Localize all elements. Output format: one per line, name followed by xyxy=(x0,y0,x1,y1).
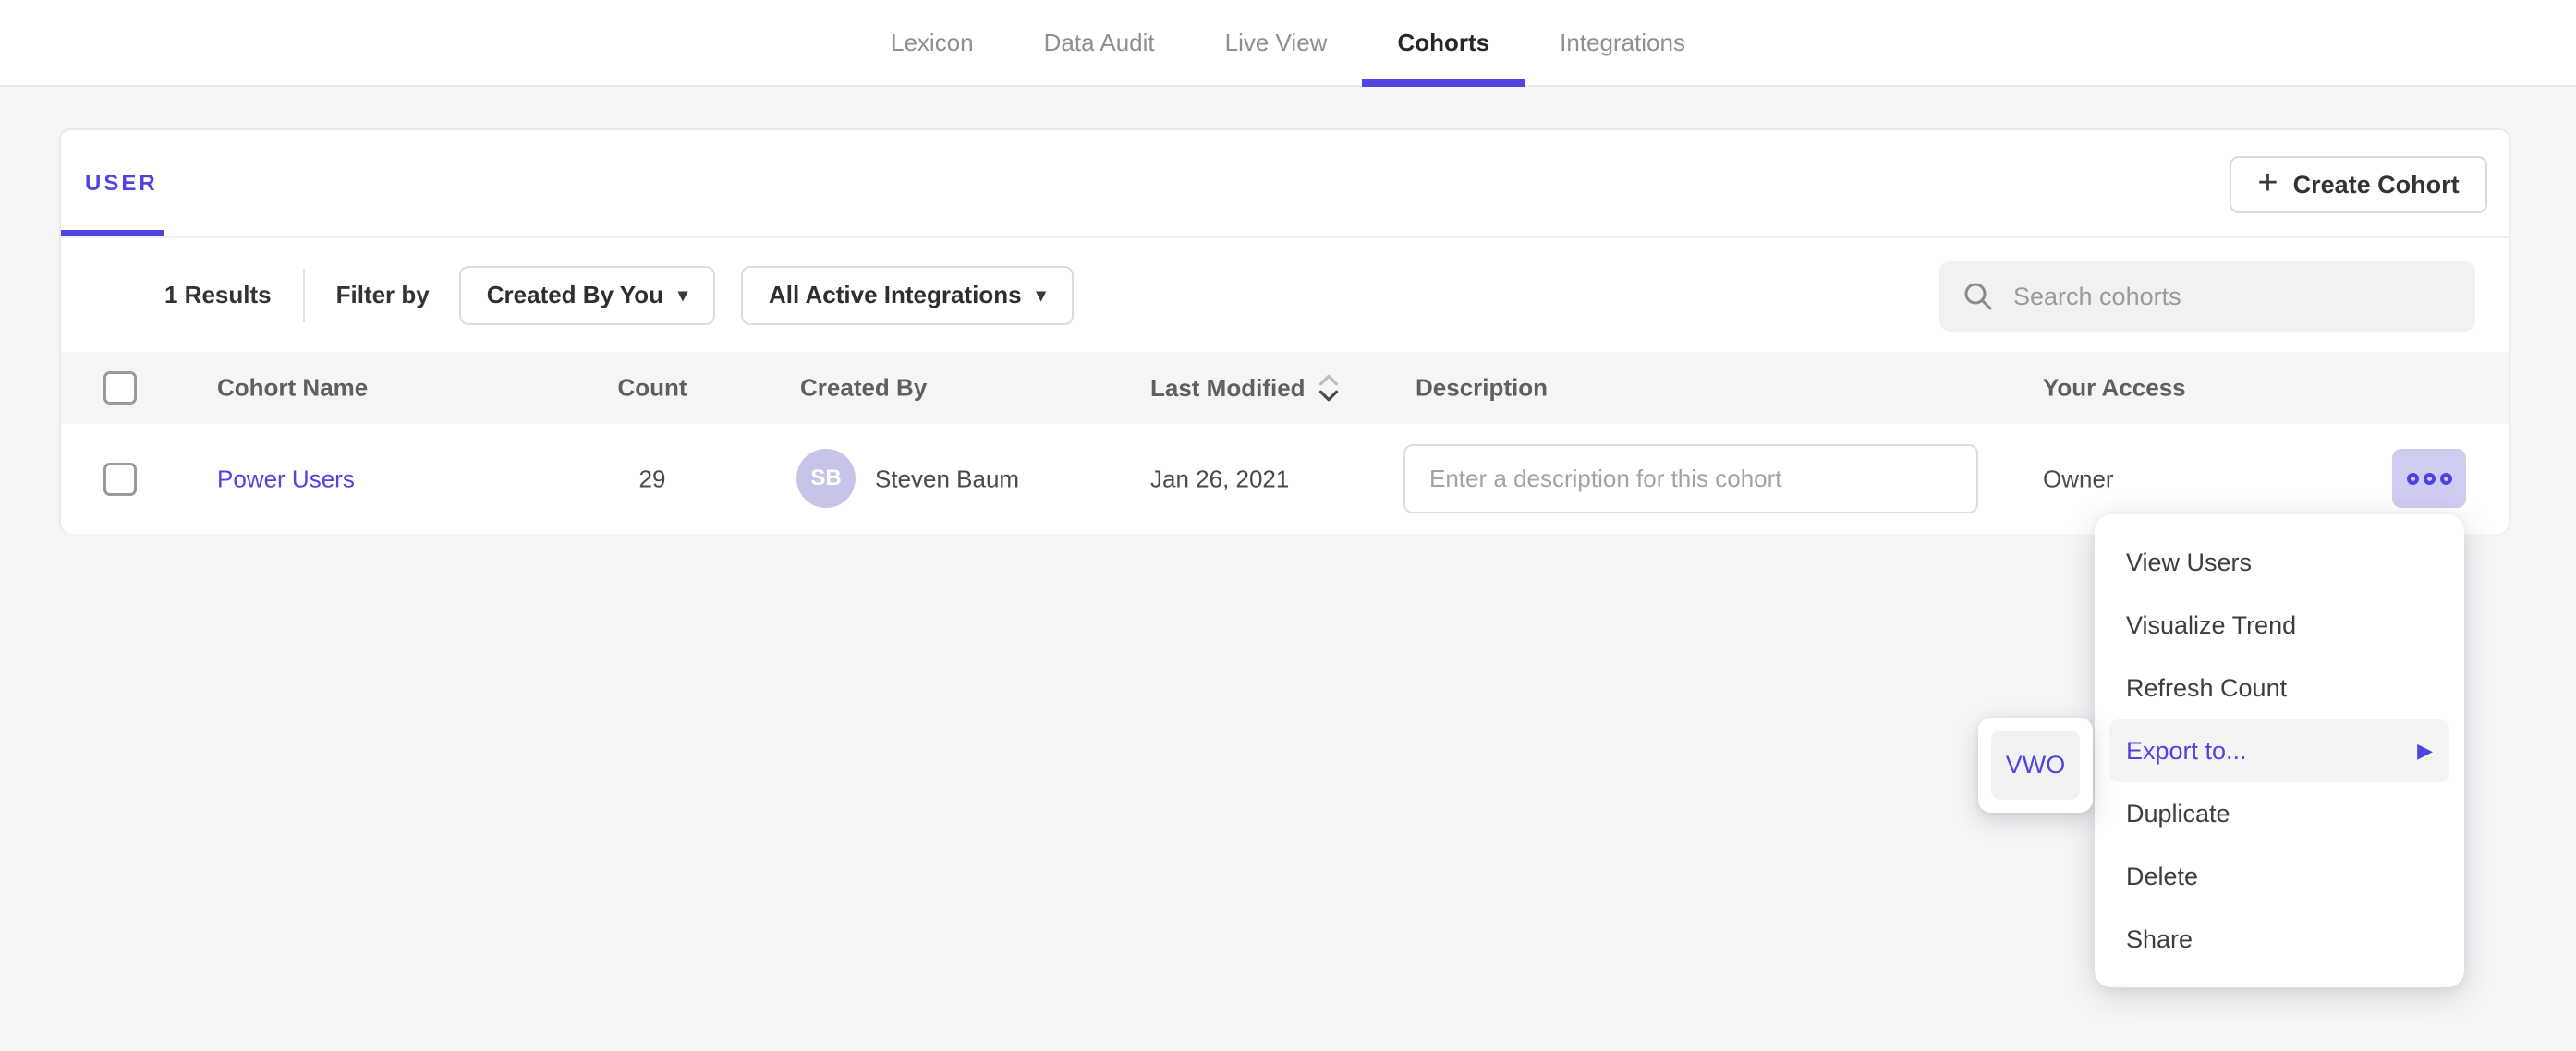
column-description: Description xyxy=(1416,374,1548,403)
created-by-filter-label: Created By You xyxy=(487,281,663,309)
cohort-count: 29 xyxy=(560,465,745,493)
search-cohorts-box[interactable] xyxy=(1939,261,2475,332)
menu-item-visualize-trend[interactable]: Visualize Trend xyxy=(2109,594,2449,657)
tab-user[interactable]: USER xyxy=(85,171,158,197)
active-tab-underline xyxy=(61,230,164,236)
menu-item-delete[interactable]: Delete xyxy=(2109,845,2449,908)
vertical-divider xyxy=(303,269,305,322)
menu-item-label: Share xyxy=(2126,925,2193,954)
more-options-icon xyxy=(2407,473,2419,485)
menu-item-share[interactable]: Share xyxy=(2109,908,2449,971)
column-last-modified-label: Last Modified xyxy=(1150,374,1306,403)
menu-item-label: Duplicate xyxy=(2126,800,2230,828)
results-count: 1 Results xyxy=(164,281,272,309)
access-value: Owner xyxy=(2043,465,2114,493)
tab-data-audit[interactable]: Data Audit xyxy=(1009,0,1190,85)
tab-live-view[interactable]: Live View xyxy=(1190,0,1363,85)
nav-tabs: Lexicon Data Audit Live View Cohorts Int… xyxy=(856,0,1720,85)
menu-item-label: Delete xyxy=(2126,863,2198,891)
search-icon xyxy=(1962,280,1995,313)
column-cohort-name: Cohort Name xyxy=(217,374,368,403)
column-your-access: Your Access xyxy=(2043,374,2186,403)
column-last-modified[interactable]: Last Modified xyxy=(1150,373,1341,403)
last-modified-date: Jan 26, 2021 xyxy=(1150,465,1289,493)
menu-item-duplicate[interactable]: Duplicate xyxy=(2109,782,2449,845)
column-count: Count xyxy=(560,374,745,403)
select-all-checkbox[interactable] xyxy=(103,371,137,405)
tab-lexicon[interactable]: Lexicon xyxy=(856,0,1009,85)
row-actions-menu: View Users Visualize Trend Refresh Count… xyxy=(2095,514,2464,987)
menu-item-label: Visualize Trend xyxy=(2126,611,2296,640)
cohort-name-link[interactable]: Power Users xyxy=(217,465,355,493)
submenu-arrow-icon: ▶ xyxy=(2417,741,2433,761)
integrations-filter-label: All Active Integrations xyxy=(769,281,1022,309)
menu-item-label: View Users xyxy=(2126,549,2252,577)
filter-by-label: Filter by xyxy=(336,281,430,309)
more-options-icon xyxy=(2440,473,2452,485)
create-cohort-label: Create Cohort xyxy=(2293,171,2460,199)
menu-item-view-users[interactable]: View Users xyxy=(2109,531,2449,594)
tab-cohorts[interactable]: Cohorts xyxy=(1362,0,1525,85)
description-input[interactable] xyxy=(1403,444,1978,513)
chevron-down-icon: ▾ xyxy=(678,286,687,305)
export-vwo-item[interactable]: VWO xyxy=(1991,731,2080,800)
more-options-icon xyxy=(2424,473,2436,485)
created-by-name: Steven Baum xyxy=(875,465,1019,493)
menu-item-refresh-count[interactable]: Refresh Count xyxy=(2109,657,2449,719)
row-actions-button[interactable] xyxy=(2392,449,2466,508)
column-created-by: Created By xyxy=(800,374,927,403)
menu-item-export-to[interactable]: Export to... ▶ xyxy=(2109,719,2449,782)
menu-item-label: Export to... xyxy=(2126,737,2247,766)
chevron-down-icon: ▾ xyxy=(1037,286,1046,305)
tab-integrations[interactable]: Integrations xyxy=(1525,0,1720,85)
table-header: Cohort Name Count Created By Last Modifi… xyxy=(61,352,2509,424)
create-cohort-button[interactable]: + Create Cohort xyxy=(2230,156,2487,213)
integrations-filter-dropdown[interactable]: All Active Integrations ▾ xyxy=(741,266,1074,325)
avatar: SB xyxy=(796,449,856,508)
cohorts-panel: USER + Create Cohort 1 Results Filter by… xyxy=(59,128,2510,534)
search-cohorts-input[interactable] xyxy=(2011,282,2453,312)
export-submenu: VWO xyxy=(1978,718,2093,813)
created-by-filter-dropdown[interactable]: Created By You ▾ xyxy=(459,266,715,325)
filter-row: 1 Results Filter by Created By You ▾ All… xyxy=(61,238,2509,352)
menu-item-label: Refresh Count xyxy=(2126,674,2287,703)
sort-icon[interactable] xyxy=(1317,373,1341,403)
plus-icon: + xyxy=(2257,165,2278,200)
row-checkbox[interactable] xyxy=(103,463,137,496)
top-navigation: Lexicon Data Audit Live View Cohorts Int… xyxy=(0,0,2576,87)
